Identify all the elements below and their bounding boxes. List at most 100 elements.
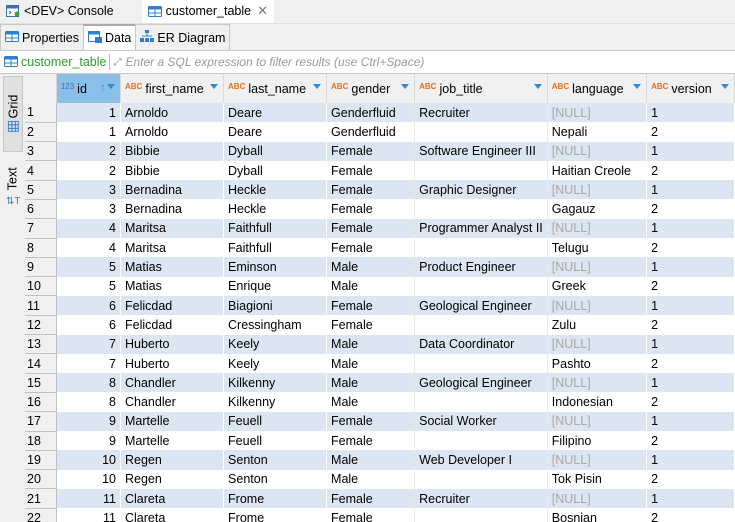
row-number[interactable]: 3 — [25, 141, 57, 162]
cell-gender[interactable]: Male — [326, 392, 416, 412]
cell-id[interactable]: 5 — [56, 257, 122, 277]
cell-last-name[interactable]: Heckle — [223, 199, 328, 219]
cell-id[interactable]: 11 — [56, 488, 122, 509]
table-row[interactable]: 4 2 Bibbie Dyball Female Haitian Creole 2 — [25, 160, 735, 181]
cell-gender[interactable]: Male — [326, 469, 416, 489]
cell-version[interactable]: 2 — [646, 431, 735, 451]
cell-id[interactable]: 2 — [56, 160, 122, 181]
cell-job-title[interactable]: Software Engineer III — [414, 141, 548, 161]
table-row[interactable]: 19 10 Regen Senton Male Web Developer I [NULL]… — [25, 450, 735, 471]
cell-job-title[interactable]: Data Coordinator — [414, 334, 548, 354]
cell-gender[interactable]: Female — [326, 199, 416, 219]
cell-first-name[interactable]: Chandler — [120, 373, 225, 393]
cell-first-name[interactable]: Felicdad — [120, 295, 225, 316]
cell-first-name[interactable]: Huberto — [120, 353, 225, 374]
cell-version[interactable]: 1 — [646, 218, 735, 239]
expand-icon[interactable]: ⤢ — [113, 57, 121, 68]
cell-version[interactable]: 1 — [646, 295, 735, 316]
cell-gender[interactable]: Female — [326, 295, 416, 316]
cell-language[interactable]: [NULL] — [547, 488, 648, 509]
cell-job-title[interactable] — [414, 353, 548, 374]
cell-id[interactable]: 5 — [56, 276, 122, 296]
table-row[interactable]: 1 1 Arnoldo Deare Genderfluid Recruiter [NULL]… — [25, 103, 735, 123]
row-number[interactable]: 12 — [25, 315, 57, 336]
cell-gender[interactable]: Female — [326, 218, 416, 239]
cell-job-title[interactable]: Recruiter — [414, 488, 548, 509]
cell-first-name[interactable]: Bibbie — [120, 141, 225, 161]
row-number[interactable]: 18 — [25, 431, 57, 451]
cell-job-title[interactable] — [414, 392, 548, 412]
cell-last-name[interactable]: Faithfull — [223, 218, 328, 239]
cell-version[interactable]: 2 — [646, 160, 735, 181]
cell-last-name[interactable]: Dyball — [223, 141, 328, 161]
cell-job-title[interactable] — [414, 160, 548, 181]
tab-console[interactable]: <DEV> Console — [0, 0, 120, 23]
cell-job-title[interactable] — [414, 315, 548, 335]
row-number[interactable]: 5 — [25, 180, 57, 200]
cell-first-name[interactable]: Arnoldo — [120, 103, 225, 123]
cell-gender[interactable]: Male — [326, 334, 416, 354]
cell-gender[interactable]: Female — [326, 180, 416, 200]
cell-id[interactable]: 11 — [56, 508, 122, 522]
cell-language[interactable]: Indonesian — [547, 392, 648, 412]
cell-language[interactable]: [NULL] — [547, 103, 648, 123]
tab-customer-table[interactable]: customer_table ✕ — [141, 0, 275, 23]
column-header-id[interactable]: 123 id ↑ — [56, 74, 122, 103]
filter-dropdown-icon[interactable] — [401, 84, 410, 89]
cell-language[interactable]: Zulu — [547, 315, 648, 335]
close-icon[interactable]: ✕ — [257, 3, 268, 19]
cell-version[interactable]: 2 — [646, 353, 735, 374]
cell-id[interactable]: 3 — [56, 180, 122, 200]
cell-job-title[interactable] — [414, 431, 548, 451]
cell-job-title[interactable] — [414, 508, 548, 522]
cell-last-name[interactable]: Cressingham — [223, 315, 328, 335]
cell-job-title[interactable]: Web Developer I — [414, 450, 548, 470]
filter-dropdown-icon[interactable] — [721, 84, 729, 89]
row-number[interactable]: 10 — [25, 276, 57, 297]
cell-language[interactable]: Haitian Creole — [547, 160, 648, 181]
cell-last-name[interactable]: Faithfull — [223, 238, 328, 258]
filter-table-name[interactable]: customer_table — [21, 55, 106, 69]
cell-last-name[interactable]: Feuell — [223, 411, 328, 432]
table-row[interactable]: 5 3 Bernadina Heckle Female Graphic Designer[… — [25, 180, 735, 200]
cell-language[interactable]: [NULL] — [547, 257, 648, 277]
cell-version[interactable]: 1 — [646, 488, 735, 509]
table-row[interactable]: 9 5 Matias Eminson Male Product Engineer [NULL… — [25, 257, 735, 278]
cell-first-name[interactable]: Regen — [120, 469, 225, 489]
cell-last-name[interactable]: Biagioni — [223, 295, 328, 316]
cell-language[interactable]: Greek — [547, 276, 648, 296]
cell-language[interactable]: [NULL] — [547, 450, 648, 470]
cell-job-title[interactable]: Graphic Designer — [414, 180, 548, 200]
cell-id[interactable]: 1 — [56, 103, 122, 123]
row-number[interactable]: 1 — [25, 103, 57, 123]
cell-first-name[interactable]: Bernadina — [120, 199, 225, 219]
cell-language[interactable]: Tok Pisin — [547, 469, 648, 489]
cell-first-name[interactable]: Clareta — [120, 508, 225, 522]
cell-job-title[interactable] — [414, 199, 548, 219]
cell-id[interactable]: 8 — [56, 392, 122, 412]
row-number[interactable]: 4 — [25, 160, 57, 181]
cell-language[interactable]: Bosnian — [547, 508, 648, 522]
cell-language[interactable]: Filipino — [547, 431, 648, 451]
cell-last-name[interactable]: Enrique — [223, 276, 328, 296]
row-number[interactable]: 17 — [25, 411, 57, 432]
cell-language[interactable]: [NULL] — [547, 180, 648, 200]
filter-dropdown-icon[interactable] — [313, 84, 322, 89]
cell-gender[interactable]: Genderfluid — [326, 122, 416, 142]
cell-first-name[interactable]: Bernadina — [120, 180, 225, 200]
cell-gender[interactable]: Female — [326, 141, 416, 161]
cell-id[interactable]: 6 — [56, 295, 122, 316]
cell-first-name[interactable]: Arnoldo — [120, 122, 225, 142]
row-number[interactable]: 7 — [25, 218, 57, 239]
filter-input[interactable]: Enter a SQL expression to filter results… — [125, 55, 424, 69]
cell-gender[interactable]: Male — [326, 257, 416, 277]
cell-last-name[interactable]: Dyball — [223, 160, 328, 181]
cell-gender[interactable]: Female — [326, 238, 416, 258]
cell-id[interactable]: 9 — [56, 411, 122, 432]
column-header-gender[interactable]: ABC gender — [326, 74, 416, 103]
cell-version[interactable]: 2 — [646, 199, 735, 219]
row-number[interactable]: 21 — [25, 488, 57, 509]
cell-last-name[interactable]: Keely — [223, 353, 328, 374]
cell-version[interactable]: 1 — [646, 257, 735, 277]
filter-dropdown-icon[interactable] — [210, 84, 219, 89]
